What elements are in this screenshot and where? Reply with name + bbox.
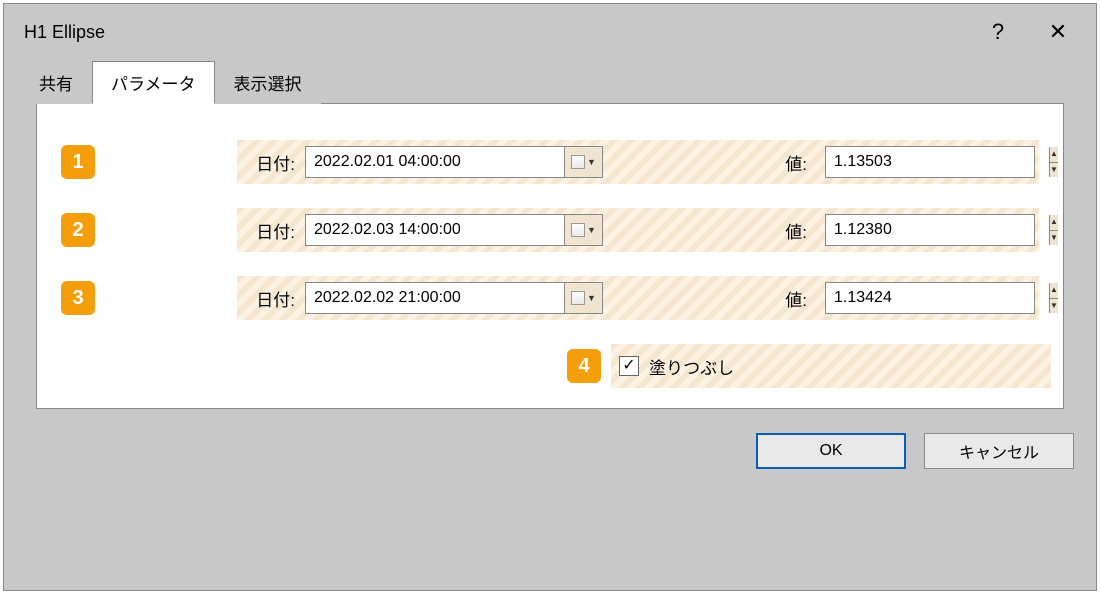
value-input-2[interactable] [826,221,1049,239]
dialog-footer: OK キャンセル [4,421,1096,481]
close-button[interactable]: ✕ [1028,11,1088,53]
date-input-1[interactable] [306,153,564,171]
row-inner: 日付: ▼ 値: ▲ ▼ [237,214,1039,246]
fill-checkbox[interactable]: ✓ [619,356,639,376]
dialog-window: H1 Ellipse ? ✕ 共有 パラメータ 表示選択 1 日付: [3,3,1097,591]
cancel-button[interactable]: キャンセル [924,433,1074,469]
value-field-2: ▲ ▼ [825,214,1035,246]
titlebar: H1 Ellipse ? ✕ [4,4,1096,60]
value-label: 値: [771,286,807,311]
fill-row: 4 ✓ 塗りつぶし [611,344,1051,388]
param-row-2: 2 日付: ▼ 値: ▲ [237,208,1039,252]
param-row-1: 1 日付: ▼ 値: ▲ [237,140,1039,184]
spin-down-3[interactable]: ▼ [1050,299,1058,314]
tab-share[interactable]: 共有 [20,61,92,104]
spin-down-1[interactable]: ▼ [1050,163,1058,178]
row-inner: 日付: ▼ 値: ▲ ▼ [237,146,1039,178]
window-title: H1 Ellipse [24,22,968,43]
tab-panel: 1 日付: ▼ 値: ▲ [36,103,1064,409]
date-picker-button-1[interactable]: ▼ [564,147,602,177]
tab-parameters[interactable]: パラメータ [92,61,215,104]
value-field-1: ▲ ▼ [825,146,1035,178]
date-label: 日付: [247,150,295,175]
value-label: 値: [771,150,807,175]
value-label: 値: [771,218,807,243]
badge-4: 4 [567,349,601,383]
calendar-icon [571,291,585,305]
date-input-2[interactable] [306,221,564,239]
value-field-3: ▲ ▼ [825,282,1035,314]
value-input-1[interactable] [826,153,1049,171]
badge-3: 3 [61,281,95,315]
spin-up-1[interactable]: ▲ [1050,147,1058,163]
spin-up-3[interactable]: ▲ [1050,283,1058,299]
spinner-1: ▲ ▼ [1049,147,1058,177]
date-input-3[interactable] [306,289,564,307]
date-picker-button-3[interactable]: ▼ [564,283,602,313]
ok-button[interactable]: OK [756,433,906,469]
tab-display-selection[interactable]: 表示選択 [215,61,321,104]
date-field-3: ▼ [305,282,603,314]
badge-1: 1 [61,145,95,179]
tab-strip: 共有 パラメータ 表示選択 [20,61,1080,104]
dropdown-arrow-icon: ▼ [587,225,596,235]
row-inner: 日付: ▼ 値: ▲ ▼ [237,282,1039,314]
badge-2: 2 [61,213,95,247]
tabs-container: 共有 パラメータ 表示選択 1 日付: ▼ 値: [4,60,1096,421]
dropdown-arrow-icon: ▼ [587,293,596,303]
help-button[interactable]: ? [968,11,1028,53]
spinner-2: ▲ ▼ [1049,215,1058,245]
spinner-3: ▲ ▼ [1049,283,1058,313]
calendar-icon [571,223,585,237]
help-icon: ? [992,19,1004,45]
date-field-1: ▼ [305,146,603,178]
fill-label: 塗りつぶし [649,354,734,379]
calendar-icon [571,155,585,169]
dropdown-arrow-icon: ▼ [587,157,596,167]
param-row-3: 3 日付: ▼ 値: ▲ [237,276,1039,320]
close-icon: ✕ [1049,19,1067,45]
date-picker-button-2[interactable]: ▼ [564,215,602,245]
date-label: 日付: [247,286,295,311]
value-input-3[interactable] [826,289,1049,307]
spin-up-2[interactable]: ▲ [1050,215,1058,231]
date-label: 日付: [247,218,295,243]
spin-down-2[interactable]: ▼ [1050,231,1058,246]
date-field-2: ▼ [305,214,603,246]
checkmark-icon: ✓ [622,358,635,374]
